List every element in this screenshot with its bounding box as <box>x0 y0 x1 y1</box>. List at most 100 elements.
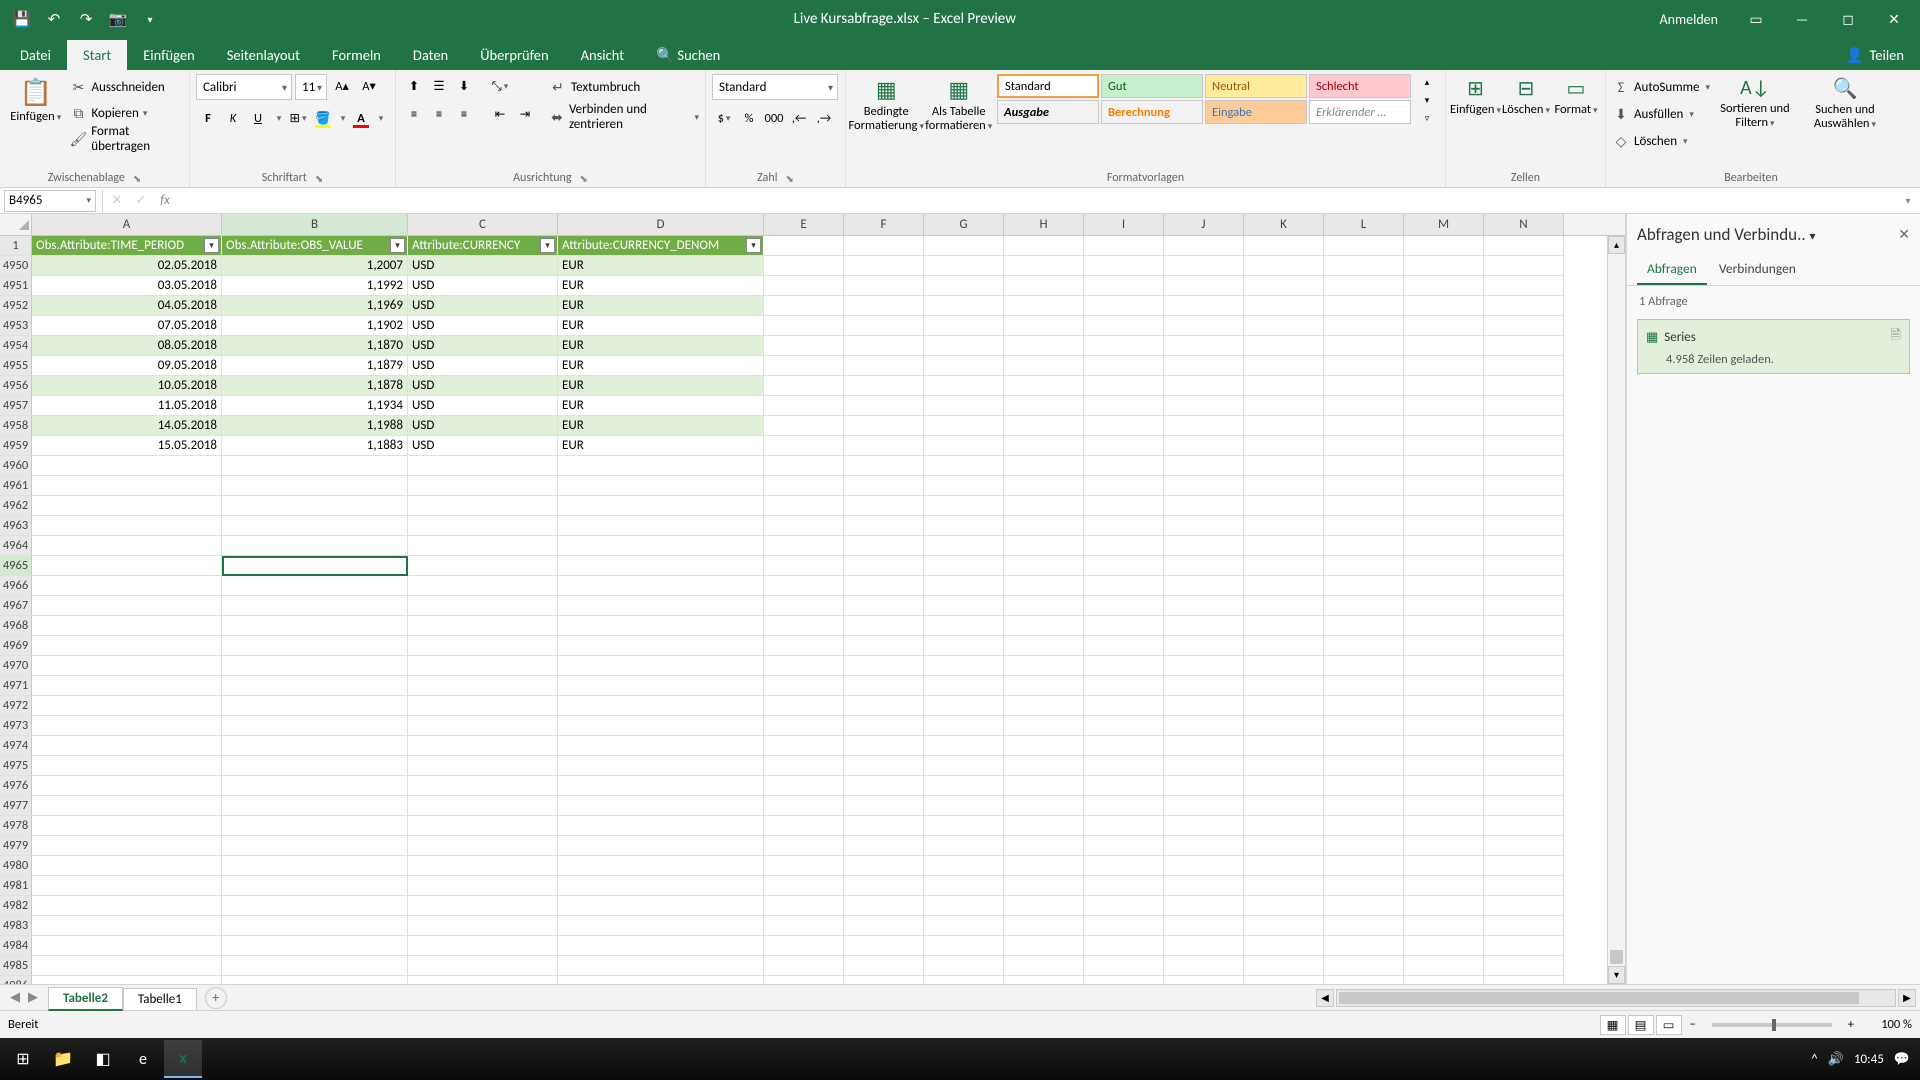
cell[interactable] <box>1324 956 1404 976</box>
cell[interactable] <box>1004 756 1084 776</box>
cell[interactable] <box>1404 896 1484 916</box>
cell[interactable] <box>1004 536 1084 556</box>
clipboard-launcher-icon[interactable]: ⬊ <box>133 172 141 185</box>
table-header-cell[interactable]: Obs.Attribute:TIME_PERIOD▾ <box>32 236 222 256</box>
file-explorer-icon[interactable]: 📁 <box>44 1040 82 1078</box>
format-cells-button[interactable]: ▭Format <box>1553 74 1599 119</box>
cell[interactable] <box>1484 936 1564 956</box>
cell[interactable] <box>1004 796 1084 816</box>
col-header-b[interactable]: B <box>222 214 408 235</box>
cell[interactable] <box>1484 356 1564 376</box>
cell[interactable] <box>222 836 408 856</box>
row-header[interactable]: 4974 <box>0 736 32 756</box>
cell[interactable] <box>1084 616 1164 636</box>
merge-button[interactable]: ⬌Verbinden und zentrieren <box>549 104 699 130</box>
cell[interactable] <box>1004 856 1084 876</box>
cell[interactable] <box>1324 396 1404 416</box>
row-header[interactable]: 4971 <box>0 676 32 696</box>
cell[interactable] <box>1484 436 1564 456</box>
cell[interactable] <box>558 616 764 636</box>
cell[interactable] <box>844 496 924 516</box>
clear-button[interactable]: ◇Löschen <box>1612 128 1710 154</box>
cell[interactable] <box>844 256 924 276</box>
cell[interactable] <box>924 696 1004 716</box>
border-button[interactable]: ⊞ <box>286 106 310 130</box>
cell[interactable] <box>924 416 1004 436</box>
cell[interactable] <box>924 856 1004 876</box>
cell[interactable] <box>764 276 844 296</box>
vertical-scrollbar[interactable]: ▴ ▾ <box>1607 236 1625 984</box>
col-header-e[interactable]: E <box>764 214 844 235</box>
cell[interactable] <box>1244 936 1324 956</box>
cell[interactable] <box>222 556 408 576</box>
cell[interactable] <box>1004 776 1084 796</box>
cell[interactable] <box>32 496 222 516</box>
cell[interactable] <box>1404 916 1484 936</box>
cell[interactable] <box>1404 736 1484 756</box>
cell[interactable] <box>764 536 844 556</box>
cell[interactable] <box>1164 576 1244 596</box>
cell[interactable] <box>1004 916 1084 936</box>
cell[interactable] <box>222 596 408 616</box>
cell[interactable] <box>924 676 1004 696</box>
cell[interactable] <box>222 916 408 936</box>
tab-einfuegen[interactable]: Einfügen <box>127 40 211 70</box>
orientation-icon[interactable]: ⤡ <box>488 74 512 98</box>
style-eingabe[interactable]: Eingabe <box>1205 100 1307 124</box>
cell[interactable] <box>1004 256 1084 276</box>
cell[interactable] <box>1004 376 1084 396</box>
cell[interactable] <box>1324 896 1404 916</box>
cell[interactable] <box>924 876 1004 896</box>
cell[interactable] <box>1404 616 1484 636</box>
bold-button[interactable]: F <box>196 106 220 130</box>
cell[interactable] <box>1324 516 1404 536</box>
cell[interactable] <box>1484 976 1564 984</box>
cell[interactable] <box>924 516 1004 536</box>
cell[interactable] <box>1004 576 1084 596</box>
row-header[interactable]: 4958 <box>0 416 32 436</box>
cell[interactable] <box>1164 656 1244 676</box>
cell[interactable] <box>1324 576 1404 596</box>
cell[interactable]: 1,1878 <box>222 376 408 396</box>
cell[interactable] <box>1324 376 1404 396</box>
cell[interactable] <box>1324 816 1404 836</box>
sheet-tab-tabelle1[interactable]: Tabelle1 <box>123 988 197 1010</box>
cell[interactable] <box>32 596 222 616</box>
cell[interactable] <box>408 696 558 716</box>
cell[interactable] <box>1484 796 1564 816</box>
cell[interactable] <box>1324 696 1404 716</box>
cell[interactable] <box>1484 876 1564 896</box>
font-launcher-icon[interactable]: ⬊ <box>315 172 323 185</box>
cell[interactable] <box>844 636 924 656</box>
cell[interactable] <box>844 916 924 936</box>
row-header[interactable]: 4969 <box>0 636 32 656</box>
cell[interactable] <box>408 796 558 816</box>
cell[interactable] <box>1404 816 1484 836</box>
tab-ueberpruefen[interactable]: Überprüfen <box>464 40 564 70</box>
cell[interactable] <box>558 916 764 936</box>
cell[interactable] <box>558 856 764 876</box>
cell[interactable] <box>1324 256 1404 276</box>
cell[interactable] <box>764 936 844 956</box>
cell[interactable] <box>558 876 764 896</box>
cell[interactable] <box>1404 636 1484 656</box>
cell[interactable] <box>1084 676 1164 696</box>
cell[interactable] <box>1164 916 1244 936</box>
cell[interactable] <box>32 916 222 936</box>
cell[interactable] <box>924 356 1004 376</box>
add-sheet-button[interactable]: + <box>205 987 227 1009</box>
cancel-formula-icon[interactable]: ✕ <box>105 190 129 212</box>
cell[interactable]: 09.05.2018 <box>32 356 222 376</box>
cell[interactable] <box>32 556 222 576</box>
cell[interactable] <box>1084 836 1164 856</box>
cell[interactable] <box>1164 436 1244 456</box>
cell[interactable]: USD <box>408 336 558 356</box>
cell[interactable] <box>1164 976 1244 984</box>
italic-button[interactable]: K <box>221 106 245 130</box>
cell[interactable] <box>1164 936 1244 956</box>
cell[interactable] <box>1324 316 1404 336</box>
row-header[interactable]: 4963 <box>0 516 32 536</box>
cell[interactable] <box>1244 736 1324 756</box>
cell[interactable] <box>924 376 1004 396</box>
table-header-cell[interactable]: Attribute:CURRENCY▾ <box>408 236 558 256</box>
